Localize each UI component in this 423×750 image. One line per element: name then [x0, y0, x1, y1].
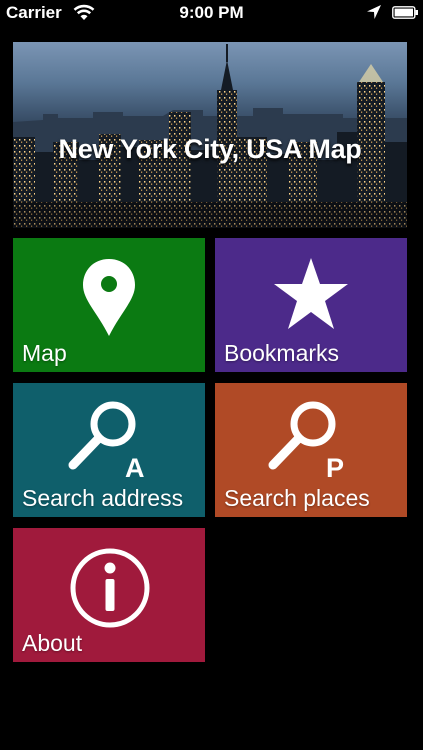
clock: 9:00 PM — [179, 3, 244, 22]
banner-title: New York City, USA Map — [58, 134, 362, 164]
search-places-icon-letter: P — [326, 453, 345, 483]
search-places-tile[interactable]: P Search places — [215, 383, 407, 517]
map-tile-label: Map — [22, 340, 67, 366]
bookmarks-tile[interactable]: Bookmarks — [215, 238, 407, 372]
location-arrow-icon — [367, 5, 381, 19]
search-address-icon-letter: A — [125, 453, 145, 483]
search-address-tile-label: Search address — [22, 485, 184, 511]
search-places-tile-label: Search places — [224, 485, 370, 511]
star-icon — [274, 258, 348, 329]
info-icon — [70, 548, 150, 628]
about-tile-label: About — [22, 630, 83, 656]
bookmarks-tile-label: Bookmarks — [224, 340, 340, 366]
map-pin-icon — [83, 259, 135, 336]
search-address-tile[interactable]: A Search address — [13, 383, 205, 517]
battery-icon — [392, 6, 418, 19]
city-banner: New York City, USA Map — [13, 42, 407, 228]
about-tile[interactable]: About — [13, 528, 205, 662]
map-tile[interactable]: Map — [13, 238, 205, 372]
status-bar: Carrier 9:00 PM — [0, 0, 423, 26]
